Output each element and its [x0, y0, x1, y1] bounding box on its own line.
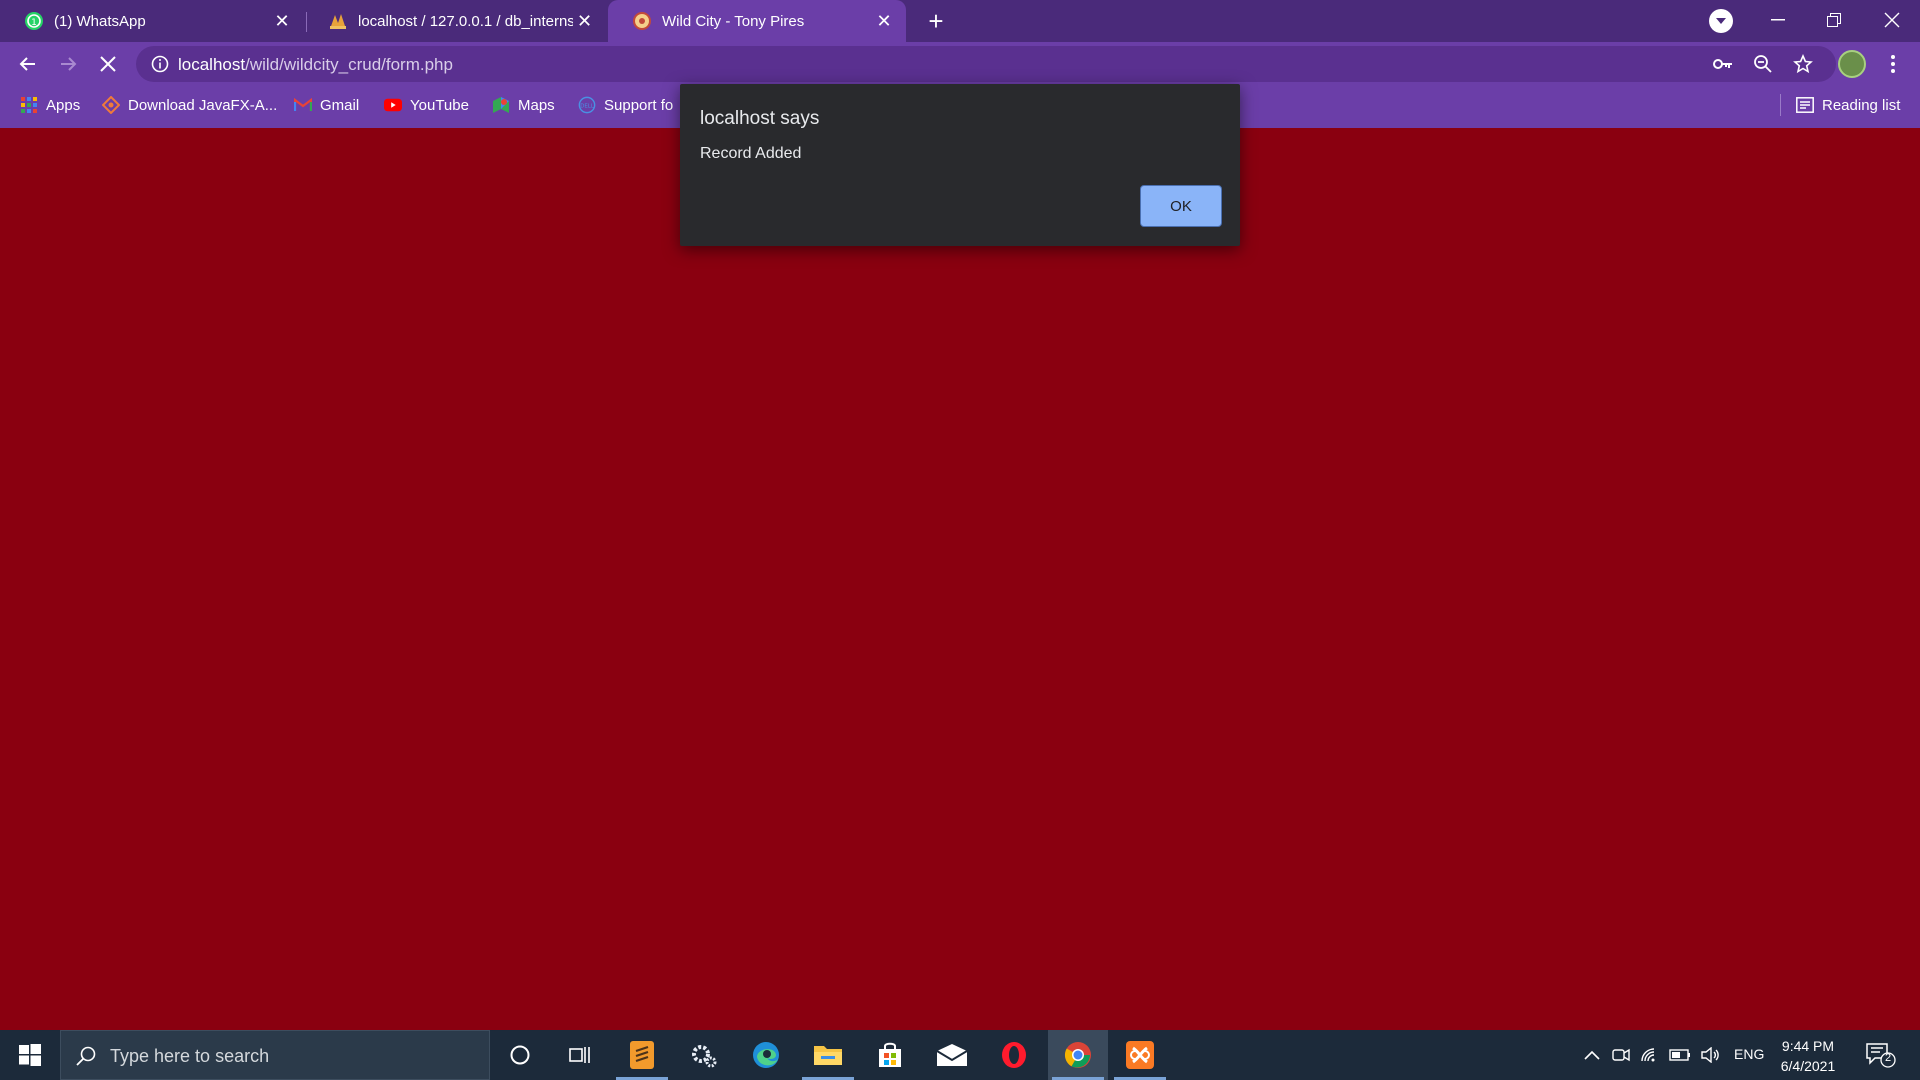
- whatsapp-icon: 1: [24, 11, 44, 31]
- tab-title: localhost / 127.0.0.1 / db_internsh: [358, 12, 574, 30]
- bookmark-maps[interactable]: Maps: [492, 86, 555, 124]
- edge-browser-icon[interactable]: [736, 1030, 796, 1080]
- close-icon[interactable]: ✕: [270, 9, 294, 33]
- new-tab-button[interactable]: +: [922, 6, 950, 36]
- meet-now-icon[interactable]: [1609, 1030, 1633, 1080]
- restore-icon[interactable]: [1810, 0, 1858, 40]
- bookmark-label: Support fo: [604, 96, 674, 114]
- back-icon[interactable]: [14, 50, 42, 78]
- bookmark-label: Gmail: [320, 96, 360, 114]
- tab-strip: 1 (1) WhatsApp ✕ localhost / 127.0.0.1 /…: [0, 0, 1920, 42]
- tab-phpmyadmin[interactable]: localhost / 127.0.0.1 / db_internsh ✕: [304, 0, 606, 42]
- tab-title: (1) WhatsApp: [54, 12, 146, 30]
- settings-gear-icon[interactable]: [674, 1030, 734, 1080]
- mail-icon[interactable]: [922, 1030, 982, 1080]
- apps-grid-icon: [20, 96, 38, 114]
- ok-button[interactable]: OK: [1140, 185, 1222, 227]
- notification-center-icon[interactable]: 2: [1866, 1042, 1896, 1068]
- bookmark-support[interactable]: DELL Support fo: [578, 86, 673, 124]
- javafx-icon: [102, 96, 120, 114]
- search-icon: [75, 1045, 97, 1067]
- phpmyadmin-icon: [328, 11, 348, 31]
- xampp-icon[interactable]: [1110, 1030, 1170, 1080]
- url-path: /wild/wildcity_crud/form.php: [245, 55, 453, 74]
- url-host: localhost: [178, 55, 246, 74]
- wifi-icon[interactable]: [1638, 1030, 1662, 1080]
- svg-text:DELL: DELL: [580, 104, 594, 110]
- battery-icon[interactable]: [1667, 1030, 1693, 1080]
- bookmark-apps[interactable]: Apps: [20, 86, 80, 124]
- close-window-icon[interactable]: [1868, 0, 1916, 40]
- clock-time: 9:44 PM: [1781, 1038, 1835, 1054]
- dialog-title: localhost says: [700, 108, 820, 129]
- close-icon[interactable]: ✕: [872, 9, 896, 33]
- bookmark-star-icon[interactable]: [1792, 53, 1814, 75]
- maps-icon: [492, 96, 510, 114]
- taskbar-search[interactable]: Type here to search: [60, 1030, 490, 1080]
- reading-list-button[interactable]: Reading list: [1796, 86, 1900, 124]
- browser-toolbar: localhost/wild/wildcity_crud/form.php: [0, 42, 1920, 86]
- stop-loading-icon[interactable]: [94, 50, 122, 78]
- minimize-icon[interactable]: [1754, 0, 1802, 40]
- site-favicon: [632, 11, 652, 31]
- cortana-icon[interactable]: [490, 1030, 550, 1080]
- taskbar-clock[interactable]: 9:44 PM 6/4/2021: [1770, 1036, 1846, 1076]
- youtube-icon: [384, 96, 402, 114]
- bookmark-gmail[interactable]: Gmail: [294, 86, 359, 124]
- browser-menu-icon[interactable]: [1882, 50, 1904, 78]
- notification-count: 2: [1884, 1052, 1892, 1064]
- tab-search-icon[interactable]: [1709, 9, 1733, 33]
- tab-whatsapp[interactable]: 1 (1) WhatsApp ✕: [0, 0, 304, 42]
- key-icon[interactable]: [1712, 53, 1734, 75]
- address-bar[interactable]: localhost/wild/wildcity_crud/form.php: [136, 46, 1836, 82]
- gmail-icon: [294, 96, 312, 114]
- bookmark-youtube[interactable]: YouTube: [384, 86, 469, 124]
- bookmark-label: Maps: [518, 96, 555, 114]
- support-icon: DELL: [578, 96, 596, 114]
- bookmark-javafx[interactable]: Download JavaFX-A...: [102, 86, 277, 124]
- windows-start-icon[interactable]: [0, 1030, 60, 1080]
- task-view-icon[interactable]: [550, 1030, 610, 1080]
- microsoft-store-icon[interactable]: [860, 1030, 920, 1080]
- site-info-icon[interactable]: [150, 54, 170, 74]
- chrome-icon[interactable]: [1048, 1030, 1108, 1080]
- bookmark-separator: [1780, 94, 1781, 116]
- volume-icon[interactable]: [1698, 1030, 1722, 1080]
- reading-list-icon: [1796, 96, 1814, 114]
- clock-date: 6/4/2021: [1780, 1058, 1836, 1074]
- close-icon[interactable]: ✕: [573, 9, 596, 33]
- dialog-message: Record Added: [700, 145, 802, 162]
- bookmark-label: YouTube: [410, 96, 469, 114]
- page-content: [0, 128, 1920, 1030]
- tab-wild-city[interactable]: Wild City - Tony Pires ✕: [608, 0, 906, 42]
- opera-icon[interactable]: [984, 1030, 1044, 1080]
- forward-icon[interactable]: [54, 50, 82, 78]
- file-explorer-icon[interactable]: [798, 1030, 858, 1080]
- bookmark-label: Apps: [46, 96, 81, 114]
- show-hidden-icons-chevron-icon[interactable]: [1580, 1030, 1604, 1080]
- alert-dialog: localhost says Record Added OK: [680, 84, 1240, 246]
- profile-avatar[interactable]: [1838, 50, 1866, 78]
- zoom-icon[interactable]: [1752, 53, 1774, 75]
- svg-text:1: 1: [31, 18, 37, 28]
- tab-title: Wild City - Tony Pires: [662, 12, 805, 30]
- bookmark-label: Download JavaFX-A...: [128, 96, 278, 114]
- search-placeholder: Type here to search: [110, 1046, 270, 1066]
- url-text: localhost/wild/wildcity_crud/form.php: [178, 55, 453, 75]
- reading-list-label: Reading list: [1822, 96, 1901, 114]
- sublime-text-icon[interactable]: [612, 1030, 672, 1080]
- input-language[interactable]: ENG: [1734, 1046, 1764, 1062]
- windows-taskbar: Type here to search ENG 9:44 PM 6/4/2021…: [0, 1030, 1920, 1080]
